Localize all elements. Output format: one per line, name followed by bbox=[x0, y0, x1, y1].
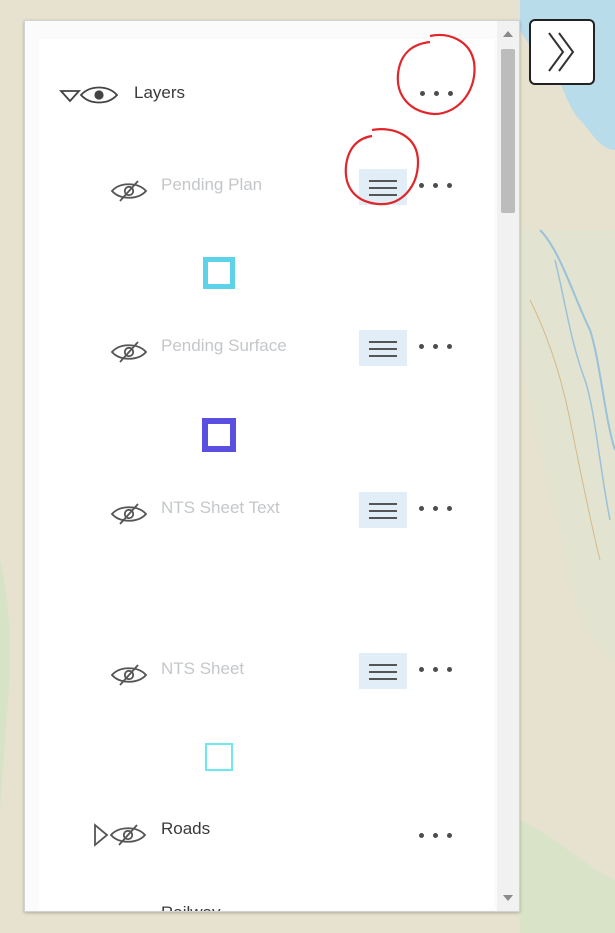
eye-off-icon[interactable] bbox=[109, 179, 149, 203]
layer-more-button[interactable] bbox=[416, 833, 456, 841]
layer-label: Pending Surface bbox=[161, 336, 287, 355]
legend-toggle-button[interactable] bbox=[359, 653, 407, 689]
collapse-triangle-eye-icon[interactable] bbox=[57, 83, 127, 107]
scroll-up-arrow-icon[interactable] bbox=[503, 31, 513, 37]
legend-swatch bbox=[202, 418, 236, 452]
layer-label: Roads bbox=[161, 819, 211, 838]
scroll-thumb[interactable] bbox=[501, 49, 515, 213]
double-chevron-right-icon bbox=[548, 32, 575, 72]
expand-triangle-icon[interactable] bbox=[94, 823, 109, 847]
layer-more-button[interactable] bbox=[416, 506, 456, 514]
layer-item-nts-sheet-text[interactable]: NTS Sheet Text bbox=[39, 492, 494, 538]
panel-expand-button[interactable] bbox=[529, 19, 595, 85]
eye-off-icon[interactable] bbox=[109, 911, 149, 912]
eye-off-icon[interactable] bbox=[109, 663, 149, 687]
layer-item-roads[interactable]: Roads bbox=[39, 819, 494, 859]
eye-off-icon[interactable] bbox=[109, 340, 149, 364]
layer-list-scrollbar[interactable] bbox=[497, 21, 519, 911]
layer-list-panel: Layers Pending Plan Pending Surface NTS … bbox=[24, 20, 520, 912]
layer-item-pending-surface[interactable]: Pending Surface bbox=[39, 330, 494, 376]
layer-label: Railway bbox=[161, 903, 221, 911]
legend-swatch bbox=[203, 257, 235, 289]
layer-label: NTS Sheet Text bbox=[161, 498, 280, 517]
layer-item-nts-sheet[interactable]: NTS Sheet bbox=[39, 653, 494, 699]
layer-more-button[interactable] bbox=[416, 667, 456, 675]
layer-group-title: Layers bbox=[134, 83, 186, 102]
layer-more-button[interactable] bbox=[416, 344, 456, 352]
legend-swatch bbox=[205, 743, 233, 771]
scroll-down-arrow-icon[interactable] bbox=[503, 895, 513, 901]
annotation-circle bbox=[344, 128, 420, 206]
layer-item-railway[interactable]: Railway bbox=[109, 903, 221, 912]
collapse-triangle-icon[interactable] bbox=[58, 90, 82, 103]
annotation-circle bbox=[396, 34, 476, 116]
expand-triangle-eye-off-icon[interactable] bbox=[91, 821, 153, 849]
layer-label: Pending Plan bbox=[161, 175, 263, 194]
legend-toggle-button[interactable] bbox=[359, 492, 407, 528]
legend-toggle-button[interactable] bbox=[359, 330, 407, 366]
eye-off-icon[interactable] bbox=[109, 502, 149, 526]
layer-label: NTS Sheet bbox=[161, 659, 245, 678]
